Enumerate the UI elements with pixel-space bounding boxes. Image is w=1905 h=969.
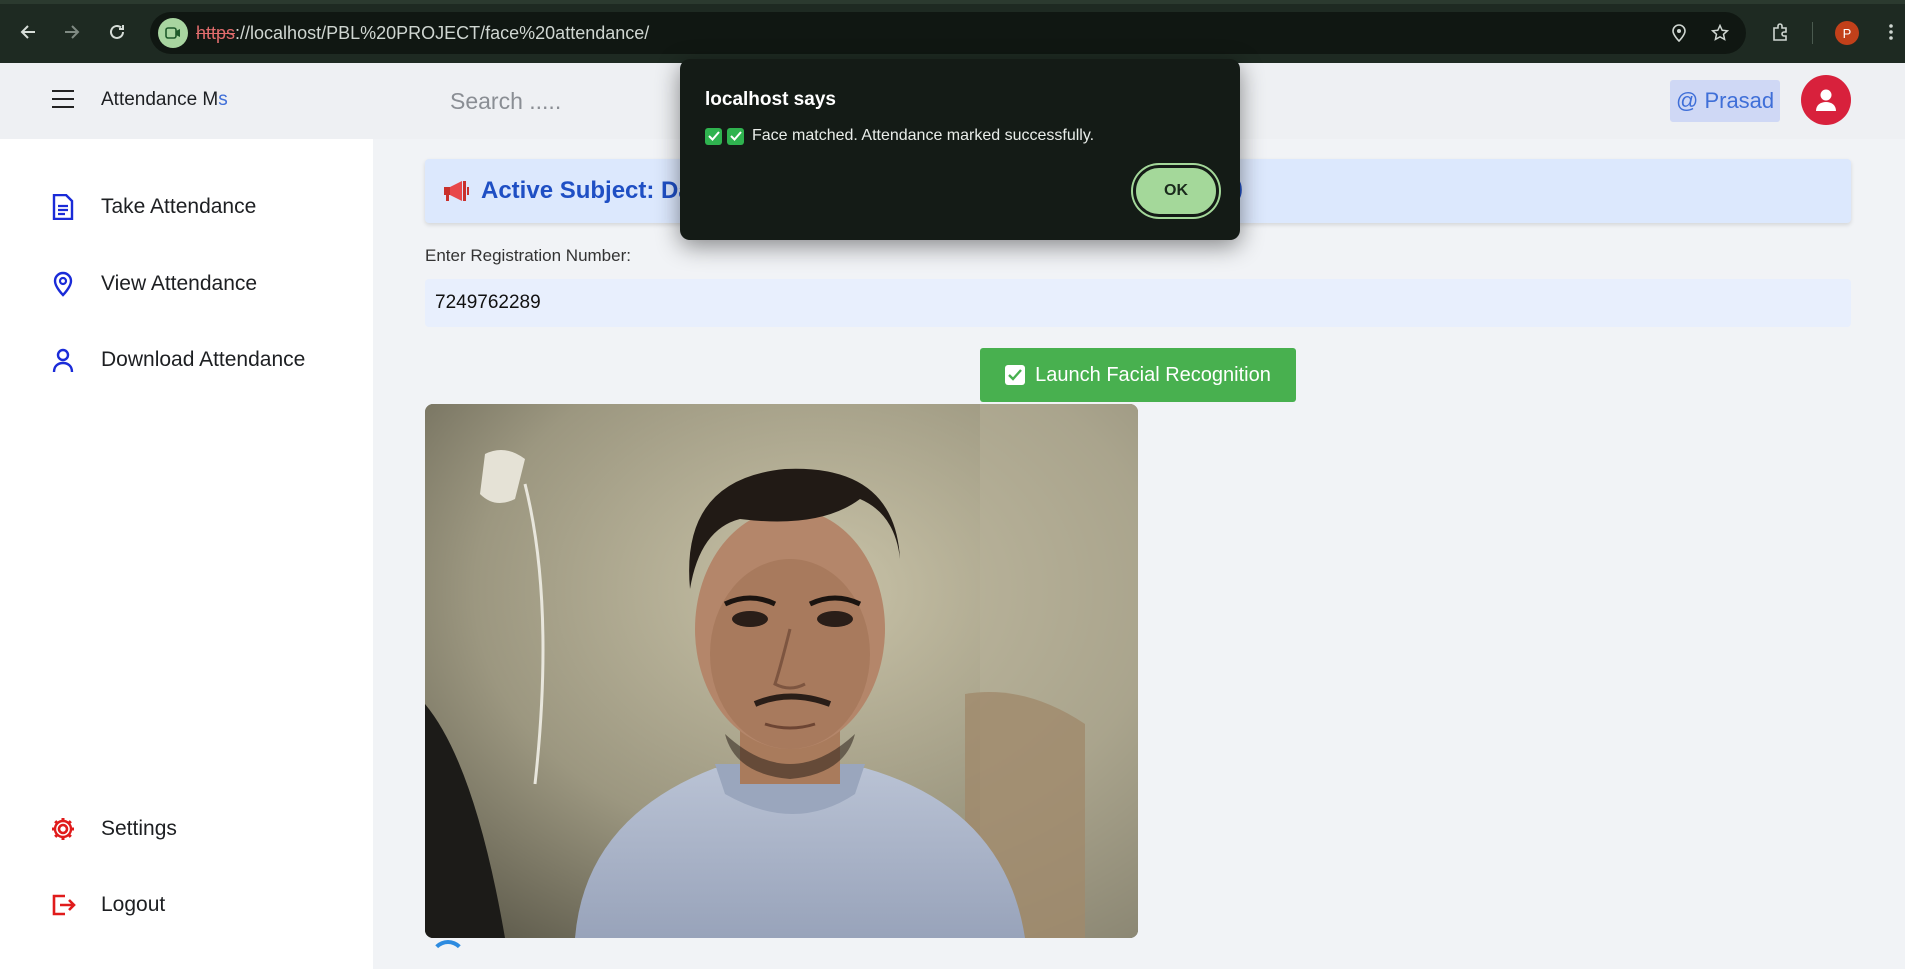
address-bar[interactable]: https://localhost/PBL%20PROJECT/face%20a… (150, 12, 1746, 54)
location-icon[interactable] (1668, 22, 1690, 44)
app-brand: Attendance Ms (101, 89, 228, 111)
webcam-image (425, 404, 1138, 938)
ok-button[interactable]: OK (1133, 165, 1219, 217)
dialog-title: localhost says (705, 89, 836, 110)
sidebar-item-settings[interactable]: Settings (48, 809, 177, 849)
back-icon[interactable] (14, 18, 42, 46)
megaphone-icon (443, 177, 471, 205)
user-avatar[interactable] (1801, 75, 1851, 125)
sidebar-item-label: View Attendance (101, 272, 258, 295)
user-label[interactable]: @ Prasad (1670, 80, 1781, 122)
url-path: ://localhost/PBL%20PROJECT/face%20attend… (235, 23, 650, 43)
browser-toolbar: https://localhost/PBL%20PROJECT/face%20a… (0, 0, 1905, 63)
document-icon (48, 192, 78, 222)
tab-strip (0, 0, 1905, 4)
camera-in-use-icon[interactable] (158, 18, 188, 48)
user-icon (1816, 89, 1836, 111)
sidebar-item-label: Logout (101, 893, 166, 916)
brand-main: Attendance M (101, 89, 219, 110)
dialog-message-text: Face matched. Attendance marked successf… (752, 127, 1095, 144)
registration-label: Enter Registration Number: (425, 246, 631, 265)
sidebar-item-take-attendance[interactable]: Take Attendance (48, 187, 256, 227)
checkmark-icon (1005, 365, 1026, 385)
sidebar-item-view-attendance[interactable]: View Attendance (48, 264, 257, 304)
url-scheme: https (196, 23, 236, 43)
sidebar-item-logout[interactable]: Logout (48, 885, 165, 925)
bookmark-star-icon[interactable] (1709, 22, 1731, 44)
checkmark-icon (705, 127, 722, 145)
active-subject-text: Active Subject: Da (481, 177, 692, 204)
sidebar-item-label: Take Attendance (101, 195, 257, 218)
sidebar-item-download-attendance[interactable]: Download Attendance (48, 340, 305, 380)
user-icon (48, 345, 78, 375)
hamburger-menu-icon[interactable] (52, 90, 74, 108)
more-menu-icon[interactable] (1877, 18, 1905, 46)
loading-spinner (430, 940, 466, 969)
gear-icon (48, 814, 78, 844)
dialog-message: Face matched. Attendance marked successf… (705, 127, 1094, 145)
reload-icon[interactable] (103, 18, 131, 46)
location-pin-icon (48, 269, 78, 299)
brand-accent: s (218, 89, 228, 110)
logout-icon (48, 890, 78, 920)
webcam-feed (425, 404, 1138, 938)
registration-number-input[interactable] (425, 279, 1851, 327)
sidebar: Take Attendance View Attendance Download… (0, 139, 373, 969)
launch-button-label: Launch Facial Recognition (1035, 363, 1271, 386)
sidebar-item-label: Download Attendance (101, 348, 306, 371)
alert-dialog: localhost says Face matched. Attendance … (680, 59, 1240, 240)
sidebar-item-label: Settings (101, 817, 177, 840)
launch-facial-recognition-button[interactable]: Launch Facial Recognition (980, 348, 1296, 402)
checkmark-icon (727, 127, 744, 145)
toolbar-divider (1812, 22, 1813, 44)
profile-avatar[interactable]: P (1835, 21, 1859, 45)
forward-icon[interactable] (58, 18, 86, 46)
extensions-icon[interactable] (1766, 18, 1794, 46)
url-text[interactable]: https://localhost/PBL%20PROJECT/face%20a… (196, 23, 649, 44)
